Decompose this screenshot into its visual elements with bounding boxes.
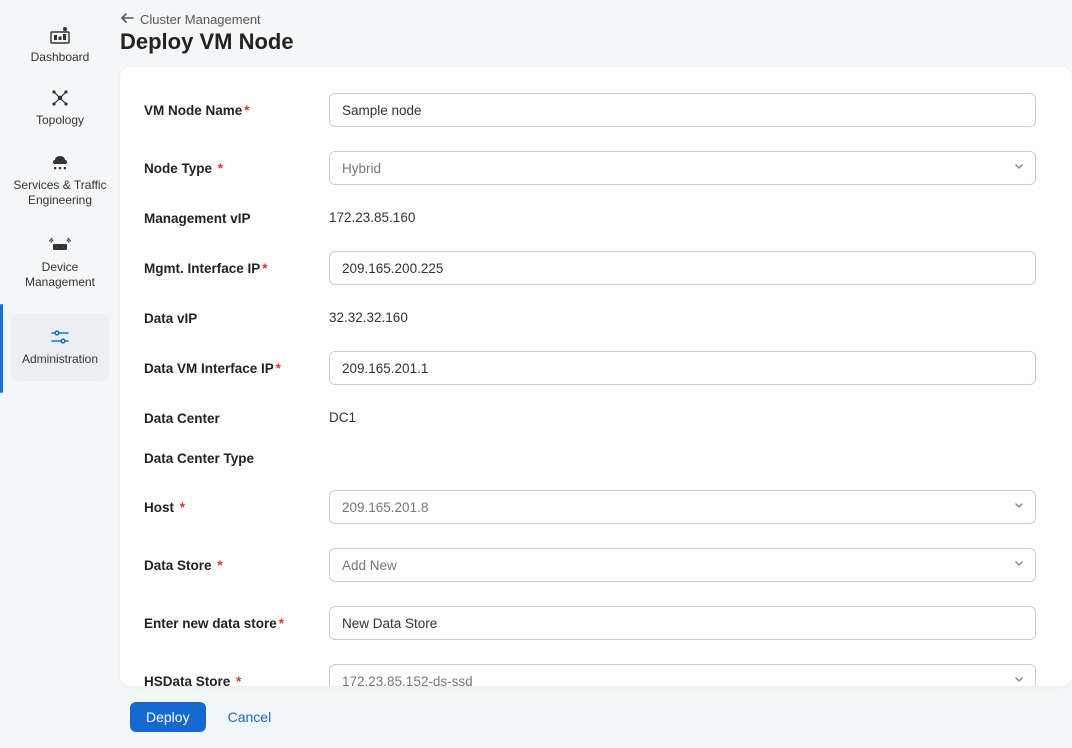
form-card: VM Node Name* Node Type * Hybrid xyxy=(120,67,1072,686)
label-hsdata-store: HSData Store * xyxy=(144,674,329,687)
label-host: Host * xyxy=(144,500,329,515)
data-vm-interface-ip-input[interactable] xyxy=(329,351,1036,385)
chevron-down-icon xyxy=(1013,500,1025,515)
mgmt-interface-ip-input[interactable] xyxy=(329,251,1036,285)
vm-node-name-input[interactable] xyxy=(329,93,1036,127)
label-data-center: Data Center xyxy=(144,411,329,426)
label-data-store: Data Store * xyxy=(144,558,329,573)
sidebar-item-label: Device Management xyxy=(5,260,115,290)
back-arrow-icon xyxy=(120,12,134,27)
label-mgmt-interface-ip: Mgmt. Interface IP* xyxy=(144,261,329,276)
sidebar-item-label: Services & Traffic Engineering xyxy=(5,178,115,208)
topology-icon xyxy=(51,87,69,109)
deploy-button[interactable]: Deploy xyxy=(130,702,206,732)
sidebar-item-label: Administration xyxy=(22,352,98,367)
footer-actions: Deploy Cancel xyxy=(120,686,1072,748)
data-store-select[interactable]: Add New xyxy=(329,548,1036,582)
node-type-select[interactable]: Hybrid xyxy=(329,151,1036,185)
label-data-vip: Data vIP xyxy=(144,311,329,326)
page-header: Cluster Management Deploy VM Node xyxy=(120,0,1072,67)
management-vip-value: 172.23.85.160 xyxy=(329,210,415,225)
sidebar-item-services[interactable]: Services & Traffic Engineering xyxy=(0,140,120,222)
active-indicator xyxy=(0,304,3,393)
label-new-data-store: Enter new data store* xyxy=(144,616,329,631)
sidebar-item-topology[interactable]: Topology xyxy=(0,77,120,140)
label-data-center-type: Data Center Type xyxy=(144,451,329,466)
chevron-down-icon xyxy=(1013,558,1025,573)
breadcrumb[interactable]: Cluster Management xyxy=(120,12,1072,27)
sidebar-item-label: Dashboard xyxy=(31,50,90,65)
chevron-down-icon xyxy=(1013,161,1025,176)
main-content: Cluster Management Deploy VM Node VM Nod… xyxy=(120,0,1072,748)
sidebar-item-label: Topology xyxy=(36,113,84,128)
host-select[interactable]: 209.165.201.8 xyxy=(329,490,1036,524)
new-data-store-input[interactable] xyxy=(329,606,1036,640)
label-vm-node-name: VM Node Name* xyxy=(144,103,329,118)
label-management-vip: Management vIP xyxy=(144,211,329,226)
page-title: Deploy VM Node xyxy=(120,29,1072,55)
data-vip-value: 32.32.32.160 xyxy=(329,310,408,325)
device-icon xyxy=(49,234,71,256)
settings-icon xyxy=(51,326,69,348)
breadcrumb-parent: Cluster Management xyxy=(140,12,261,27)
sidebar-item-administration[interactable]: Administration xyxy=(6,304,114,393)
label-node-type: Node Type * xyxy=(144,161,329,176)
sidebar-item-dashboard[interactable]: Dashboard xyxy=(0,14,120,77)
services-icon xyxy=(50,152,70,174)
label-data-vm-interface-ip: Data VM Interface IP* xyxy=(144,361,329,376)
cancel-button[interactable]: Cancel xyxy=(228,709,272,725)
data-center-value: DC1 xyxy=(329,410,356,425)
sidebar: Dashboard Topology xyxy=(0,0,120,748)
dashboard-icon xyxy=(50,24,70,46)
hsdata-store-select[interactable]: 172.23.85.152-ds-ssd xyxy=(329,664,1036,686)
chevron-down-icon xyxy=(1013,674,1025,687)
sidebar-item-device-management[interactable]: Device Management xyxy=(0,222,120,304)
